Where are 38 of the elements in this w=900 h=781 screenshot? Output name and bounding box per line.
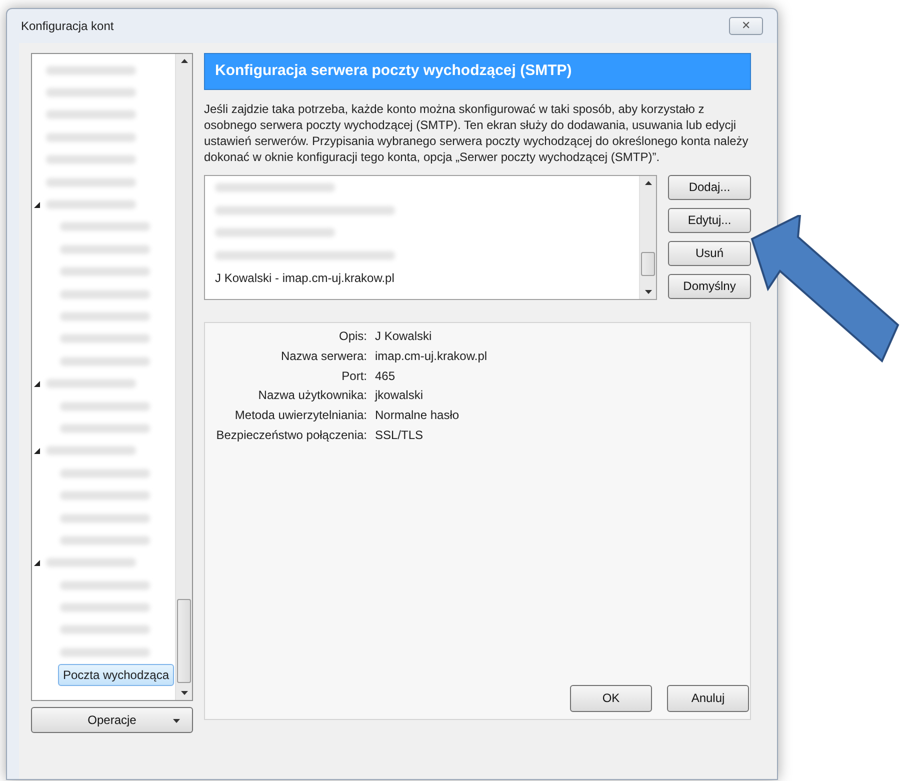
panel-header: Konfiguracja serwera poczty wychodzącej (SMTP): [204, 53, 751, 90]
scroll-thumb[interactable]: [641, 252, 655, 276]
tree-item[interactable]: Poczta wychodząca: [58, 664, 174, 686]
field-label: Bezpieczeństwo połączenia:: [215, 426, 368, 444]
field-value: SSL/TLS: [375, 426, 424, 444]
collapse-icon[interactable]: [34, 202, 40, 208]
field-label: Port:: [340, 368, 368, 385]
field-label: Nazwa użytkownika:: [257, 387, 368, 404]
action-button[interactable]: Dodaj...: [668, 174, 751, 200]
dialog-button[interactable]: OK: [570, 684, 652, 712]
dialog-button[interactable]: Anuluj: [667, 684, 749, 712]
field-label: Nazwa serwera:: [280, 348, 368, 366]
field-value: J Kowalski: [375, 328, 432, 346]
scroll-up-icon[interactable]: [645, 180, 652, 184]
caret-icon: [173, 719, 180, 723]
action-button[interactable]: Usuń: [668, 240, 751, 266]
field-value: 465: [375, 368, 396, 385]
close-button[interactable]: ✕: [729, 17, 763, 35]
action-button[interactable]: Domyślny: [668, 274, 751, 298]
action-button[interactable]: Edytuj...: [668, 208, 751, 232]
field-label: Opis:: [338, 328, 368, 346]
operations-button[interactable]: Operacje: [31, 707, 193, 733]
scroll-down-icon[interactable]: [645, 290, 652, 294]
collapse-icon[interactable]: [34, 560, 40, 566]
field-label: Metoda uwierzytelniania:: [234, 407, 368, 424]
description-text: Jeśli zajdzie taka potrzeba, każde konto można skonfigurować w taki sposób, aby korzystało z osobnego serwera poczty wychodzącej (SMTP). Ten ekran służy do dodawania, usuwania lub edycji ustawień serwerów. Przypisania wybranego serwera poczty wychodzącej do określonego konta należy dokonać w oknie konfiguracji tego konta, opcja „Serwer poczty wychodzącej (SMTP)”.: [204, 100, 750, 164]
field-value: imap.cm-uj.krakow.pl: [375, 348, 488, 366]
collapse-icon[interactable]: [34, 380, 40, 387]
scrollbar[interactable]: [175, 54, 192, 700]
scroll-up-icon[interactable]: [181, 59, 188, 63]
server-row[interactable]: J Kowalski - imap.cm-uj.krakow.pl: [205, 266, 639, 290]
field-value: Normalne hasło: [375, 407, 460, 424]
scroll-thumb[interactable]: [177, 599, 191, 683]
scrollbar[interactable]: [639, 176, 656, 298]
window-title: Konfiguracja kont: [21, 18, 114, 35]
field-value: jkowalski: [375, 387, 424, 404]
collapse-icon[interactable]: [34, 448, 40, 454]
scroll-down-icon[interactable]: [181, 691, 188, 695]
